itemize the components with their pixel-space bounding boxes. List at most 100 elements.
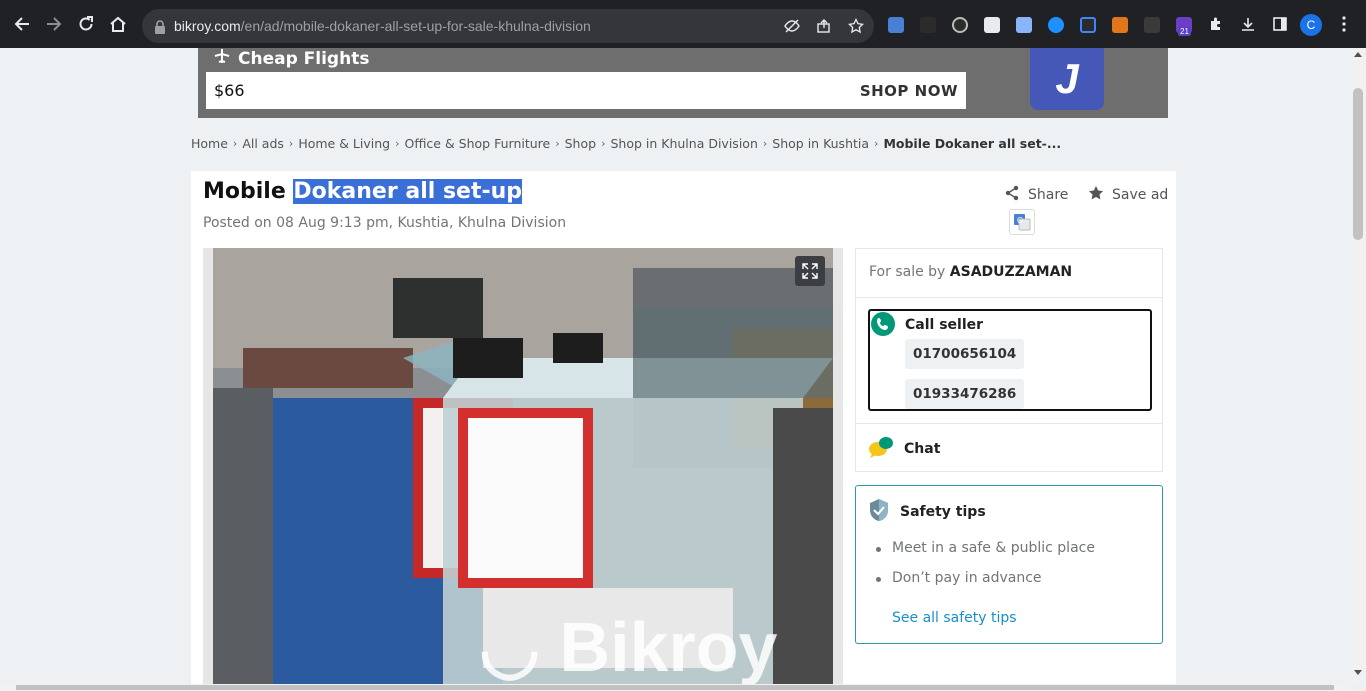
posted-info: Posted on 08 Aug 9:13 pm, Kushtia, Khuln… [203,215,567,231]
google-translate-ext-icon[interactable] [888,17,904,33]
phone-icon [870,311,896,341]
chevron-right-icon: › [874,137,879,150]
page-viewport: Cheap Flights $66 SHOP NOW J Home › All a… [0,48,1350,684]
share-label: Share [1028,187,1069,203]
vertical-scrollbar[interactable] [1350,48,1366,684]
call-seller-box[interactable]: Call seller 01700656104 01933476286 [868,309,1152,411]
fullscreen-expand-icon[interactable] [795,256,825,286]
ad-title-text: Mobile [203,179,294,204]
breadcrumb: Home › All ads › Home & Living › Office & S… [191,136,1061,151]
reload-icon[interactable] [74,12,98,36]
metamask-fox-icon[interactable] [1112,17,1128,33]
banner-title: Cheap Flights [214,48,369,69]
phone-number-1[interactable]: 01700656104 [905,339,1025,369]
breadcrumb-shop[interactable]: Shop [565,136,596,151]
ad-photo[interactable]: ◡ Bikroy [213,248,833,684]
share-icon [1004,185,1020,205]
chat-label: Chat [904,441,941,457]
extension-badge: 21 [1178,27,1191,36]
see-all-safety-tips-link[interactable]: See all safety tips [892,610,1017,626]
chevron-right-icon: › [601,137,606,150]
shield-ext-icon[interactable] [1080,17,1096,33]
share-page-icon[interactable] [816,18,832,34]
seller-panel: For sale by ASADUZZAMAN Call seller 0170… [855,248,1163,472]
banner-price: $66 [214,81,245,100]
chat-button[interactable]: Chat [868,435,940,463]
bug-ext-icon[interactable] [1144,17,1160,33]
breadcrumb-current: Mobile Dokaner all set-... [883,136,1062,151]
google-translate-icon[interactable]: G [1009,209,1035,235]
bikroy-watermark: ◡ Bikroy [479,606,777,684]
breadcrumb-all-ads[interactable]: All ads [242,136,284,151]
ad-banner[interactable]: Cheap Flights $66 SHOP NOW J [198,48,1168,118]
sync-ext-icon[interactable] [952,17,968,33]
lock-icon[interactable] [154,19,166,38]
shop-now-button[interactable]: SHOP NOW [860,82,958,100]
address-bar[interactable]: bikroy.com/en/ad/mobile-dokaner-all-set-… [142,9,874,43]
eye-off-icon[interactable] [784,18,800,34]
star-icon [1088,185,1104,205]
ad-title-selected-text: Dokaner all set-up [293,179,523,204]
kebab-menu-icon[interactable] [1332,12,1356,36]
safety-tips-list: Meet in a safe & public place Don’t pay … [876,540,1095,600]
save-ad-label: Save ad [1112,187,1169,203]
home-icon[interactable] [106,12,130,36]
forward-icon[interactable] [42,12,66,36]
horizontal-scrollbar-thumb[interactable] [16,685,1334,690]
screenshot-ext-icon[interactable] [984,17,1000,33]
scrollbar-thumb[interactable] [1353,88,1363,240]
bookmark-star-icon[interactable] [847,17,865,34]
jetblue-logo[interactable]: J [1030,48,1104,110]
ad-detail-card: Mobile Dokaner all set-up Posted on 08 A… [191,171,1176,684]
extensions-puzzle-icon[interactable] [1204,12,1228,36]
shazam-ext-icon[interactable] [1048,17,1064,33]
scroll-up-arrow-icon[interactable] [1354,52,1362,57]
airplane-icon [214,48,230,69]
side-panel-icon[interactable] [1268,12,1292,36]
breadcrumb-home[interactable]: Home [191,136,228,151]
graduation-ext-icon[interactable]: 21 [1176,17,1192,36]
breadcrumb-office-shop-furniture[interactable]: Office & Shop Furniture [405,136,551,151]
browser-toolbar: bikroy.com/en/ad/mobile-dokaner-all-set-… [0,0,1366,48]
horizontal-scrollbar[interactable] [0,684,1350,691]
safety-tips-title: Safety tips [900,504,986,520]
safety-tips-panel: Safety tips Meet in a safe & public plac… [855,485,1163,644]
docs-ext-icon[interactable] [1016,17,1032,33]
breadcrumb-home-living[interactable]: Home & Living [298,136,390,151]
divider [856,297,1162,298]
chevron-right-icon: › [762,137,768,150]
svg-text:G: G [1017,216,1023,225]
list-item: Meet in a safe & public place [876,540,1095,570]
save-ad-button[interactable]: Save ad [1088,185,1168,205]
chevron-right-icon: › [395,137,400,150]
share-button[interactable]: Share [1004,185,1068,205]
banner-title-text: Cheap Flights [238,48,370,69]
safety-tips-header: Safety tips [868,498,986,526]
call-seller-label: Call seller [905,317,984,333]
smile-logo-icon: ◡ [479,608,541,684]
profile-avatar[interactable]: C [1300,14,1322,36]
image-gallery: ◡ Bikroy [203,248,843,684]
banner-logo-letter: J [1055,55,1079,102]
banner-offer-box[interactable]: $66 SHOP NOW [206,72,966,109]
for-sale-prefix: For sale by [869,264,950,280]
back-icon[interactable] [10,12,34,36]
download-icon[interactable] [1236,12,1260,36]
list-item: Don’t pay in advance [876,570,1095,600]
ad-title: Mobile Dokaner all set-up [203,179,523,204]
url-text[interactable]: bikroy.com/en/ad/mobile-dokaner-all-set-… [174,18,591,34]
seller-name[interactable]: ASADUZZAMAN [950,264,1072,280]
breadcrumb-shop-kushtia[interactable]: Shop in Kushtia [772,136,869,151]
chat-bubble-icon [868,435,894,463]
dark-mode-ext-icon[interactable] [920,17,936,33]
shield-check-icon [868,498,890,526]
chevron-right-icon: › [555,137,560,150]
watermark-text: Bikroy [559,608,778,684]
breadcrumb-shop-khulna[interactable]: Shop in Khulna Division [610,136,757,151]
for-sale-by: For sale by ASADUZZAMAN [869,264,1072,280]
scroll-down-arrow-icon[interactable] [1354,670,1362,675]
chevron-right-icon: › [232,137,238,150]
chevron-right-icon: › [288,137,294,150]
divider [856,423,1162,424]
phone-number-2[interactable]: 01933476286 [905,379,1025,409]
